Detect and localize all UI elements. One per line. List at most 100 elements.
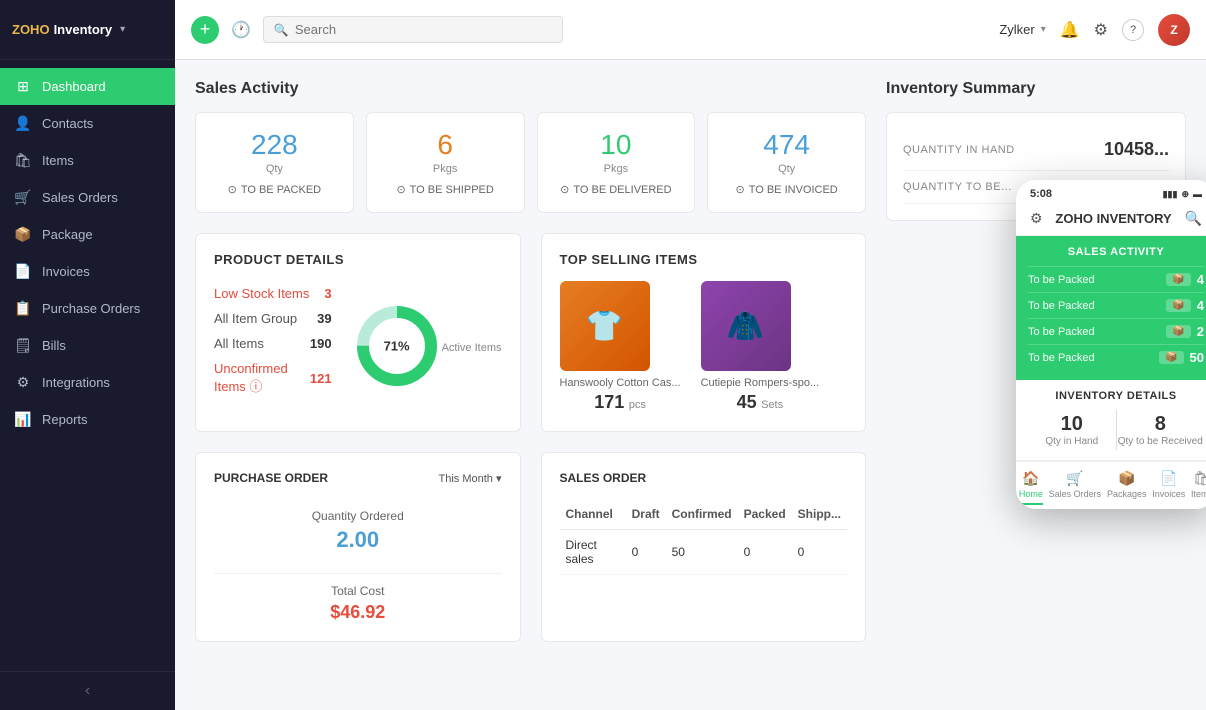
sidebar-nav: ⊞ Dashboard 👤 Contacts 🛍 Items 🛒 Sales O… [0, 60, 175, 671]
sidebar-collapse-button[interactable]: ‹ [0, 671, 175, 710]
col-channel: Channel [560, 499, 626, 530]
delivered-label: ⊙ TO BE DELIVERED [554, 183, 679, 196]
sidebar-item-invoices[interactable]: 📄 Invoices [0, 253, 175, 290]
sidebar-logo[interactable]: ZOHO Inventory ▾ [0, 0, 175, 60]
pd-list: Low Stock Items 3 All Item Group 39 All … [214, 281, 332, 400]
add-icon: + [200, 19, 211, 40]
all-items-value: 190 [310, 336, 332, 351]
sales-activity-title: Sales Activity [195, 80, 866, 98]
mobile-qty-to-receive: 8 Qty to be Received [1117, 413, 1205, 447]
inv-row-in-hand[interactable]: QUANTITY IN HAND 10458... [903, 129, 1169, 171]
mobile-nav-invoices[interactable]: 📄 Invoices [1152, 470, 1185, 505]
mobile-search-icon[interactable]: 🔍 [1185, 210, 1202, 227]
product-row-unconfirmed[interactable]: Unconfirmed Items ⓘ 121 [214, 356, 332, 400]
chevron-down-icon[interactable]: ▾ [120, 24, 125, 35]
mobile-nav-home[interactable]: 🏠 Home [1019, 470, 1043, 505]
app-name-text: Inventory [54, 22, 113, 37]
po-qty-value: 2.00 [214, 527, 502, 553]
sidebar-item-purchase-orders[interactable]: 📋 Purchase Orders [0, 290, 175, 327]
top-items-grid: 👕 Hanswooly Cotton Cas... 171 pcs [560, 281, 848, 413]
sidebar-item-sales-orders[interactable]: 🛒 Sales Orders [0, 179, 175, 216]
top-item-1[interactable]: 👕 Hanswooly Cotton Cas... 171 pcs [560, 281, 681, 413]
mobile-sa-row-4[interactable]: To be Packed 📦 50 [1028, 344, 1204, 370]
card-to-be-shipped[interactable]: 6 Pkgs ⊙ TO BE SHIPPED [366, 112, 525, 213]
help-icon[interactable]: ? [1122, 19, 1144, 41]
mobile-sa-right-1: 📦 4 [1166, 272, 1204, 287]
mobile-sa-num-2: 4 [1197, 298, 1204, 313]
inv-to-receive-label: QUANTITY TO BE... [903, 181, 1012, 193]
item-2-count: 45 Sets [701, 392, 820, 413]
bills-icon: 🗒 [14, 337, 32, 354]
mobile-sa-badge-3: 📦 [1166, 325, 1190, 338]
pd-content: Low Stock Items 3 All Item Group 39 All … [214, 281, 502, 400]
clock-button[interactable]: 🕐 [231, 20, 251, 40]
mobile-sa-title: SALES ACTIVITY [1028, 246, 1204, 258]
mobile-items-icon: 🛍 [1193, 470, 1206, 487]
mobile-status-bar: 5:08 ▮▮▮ ⊕ ▬ [1016, 180, 1206, 204]
sidebar-item-dashboard[interactable]: ⊞ Dashboard [0, 68, 175, 105]
avatar[interactable]: Z [1158, 14, 1190, 46]
item-group-label: All Item Group [214, 311, 297, 326]
reports-icon: 📊 [14, 411, 32, 428]
top-item-2[interactable]: 🧥 Cutiepie Rompers-spo... 45 Sets [701, 281, 820, 413]
card-to-be-invoiced[interactable]: 474 Qty ⊙ TO BE INVOICED [707, 112, 866, 213]
po-cost-label: Total Cost [214, 584, 502, 598]
shipped-value: 6 [383, 129, 508, 161]
unconfirmed-label: Unconfirmed Items ⓘ [214, 361, 310, 395]
header: + 🕐 🔍 Zylker ▾ 🔔 ⚙ ? Z [175, 0, 1206, 60]
mobile-status-icons: ▮▮▮ ⊕ ▬ [1163, 189, 1202, 200]
dashboard-icon: ⊞ [14, 78, 32, 95]
mobile-sa-badge-1: 📦 [1166, 273, 1190, 286]
mobile-nav-sales-orders[interactable]: 🛒 Sales Orders [1049, 470, 1102, 505]
item-2-name: Cutiepie Rompers-spo... [701, 377, 820, 389]
product-row-item-group[interactable]: All Item Group 39 [214, 306, 332, 331]
sidebar-item-reports[interactable]: 📊 Reports [0, 401, 175, 438]
product-row-all-items[interactable]: All Items 190 [214, 331, 332, 356]
product-row-low-stock[interactable]: Low Stock Items 3 [214, 281, 332, 306]
sidebar: ZOHO Inventory ▾ ⊞ Dashboard 👤 Contacts … [0, 0, 175, 710]
search-bar[interactable]: 🔍 [263, 16, 563, 43]
notifications-icon[interactable]: 🔔 [1060, 20, 1080, 40]
mobile-nav-packages[interactable]: 📦 Packages [1107, 470, 1147, 505]
items-icon: 🛍 [14, 152, 32, 169]
sales-activity-section: Sales Activity 228 Qty ⊙ TO BE PACKED 6 [195, 80, 866, 213]
table-row[interactable]: Direct sales 0 50 0 0 [560, 530, 848, 575]
mobile-signal-icon: ▮▮▮ [1163, 189, 1178, 200]
sidebar-item-integrations[interactable]: ⚙ Integrations [0, 364, 175, 401]
sidebar-item-label: Sales Orders [42, 190, 118, 205]
user-menu[interactable]: Zylker ▾ [999, 22, 1045, 37]
mobile-overlay: 5:08 ▮▮▮ ⊕ ▬ ⚙ ZOHO INVENTORY 🔍 SALES AC… [1016, 180, 1206, 509]
mobile-nav-home-label: Home [1019, 489, 1043, 499]
mobile-gear-icon[interactable]: ⚙ [1030, 210, 1043, 227]
mobile-wifi-icon: ⊕ [1181, 189, 1189, 200]
top-selling-section: TOP SELLING ITEMS 👕 Hanswooly Cotton Cas… [541, 233, 867, 432]
search-input[interactable] [295, 22, 552, 37]
card-to-be-packed[interactable]: 228 Qty ⊙ TO BE PACKED [195, 112, 354, 213]
mobile-nav-items[interactable]: 🛍 Items [1191, 470, 1206, 505]
sidebar-item-label: Contacts [42, 116, 93, 131]
sidebar-item-items[interactable]: 🛍 Items [0, 142, 175, 179]
po-divider [214, 573, 502, 574]
zoho-logo: ZOHO Inventory ▾ [12, 22, 125, 37]
card-to-be-delivered[interactable]: 10 Pkgs ⊙ TO BE DELIVERED [537, 112, 696, 213]
mobile-inv-row: 10 Qty in Hand 8 Qty to be Received [1028, 410, 1204, 450]
sidebar-item-contacts[interactable]: 👤 Contacts [0, 105, 175, 142]
mobile-sa-row-1[interactable]: To be Packed 📦 4 [1028, 266, 1204, 292]
mobile-sa-num-4: 50 [1190, 350, 1204, 365]
mobile-sa-right-2: 📦 4 [1166, 298, 1204, 313]
sidebar-item-bills[interactable]: 🗒 Bills [0, 327, 175, 364]
add-button[interactable]: + [191, 16, 219, 44]
settings-icon[interactable]: ⚙ [1094, 20, 1108, 40]
mobile-sa-row-2[interactable]: To be Packed 📦 4 [1028, 292, 1204, 318]
active-items-label: Active Items [442, 342, 502, 354]
mobile-nav-items-label: Items [1191, 489, 1206, 499]
item-1-count: 171 pcs [560, 392, 681, 413]
po-qty-label: Quantity Ordered [214, 509, 502, 523]
col-packed: Packed [738, 499, 792, 530]
row-shipped: 0 [792, 530, 847, 575]
po-filter-dropdown[interactable]: This Month ▾ [439, 472, 502, 485]
mobile-battery-icon: ▬ [1193, 189, 1202, 199]
sidebar-item-package[interactable]: 📦 Package [0, 216, 175, 253]
mobile-home-icon: 🏠 [1022, 470, 1039, 487]
mobile-sa-row-3[interactable]: To be Packed 📦 2 [1028, 318, 1204, 344]
